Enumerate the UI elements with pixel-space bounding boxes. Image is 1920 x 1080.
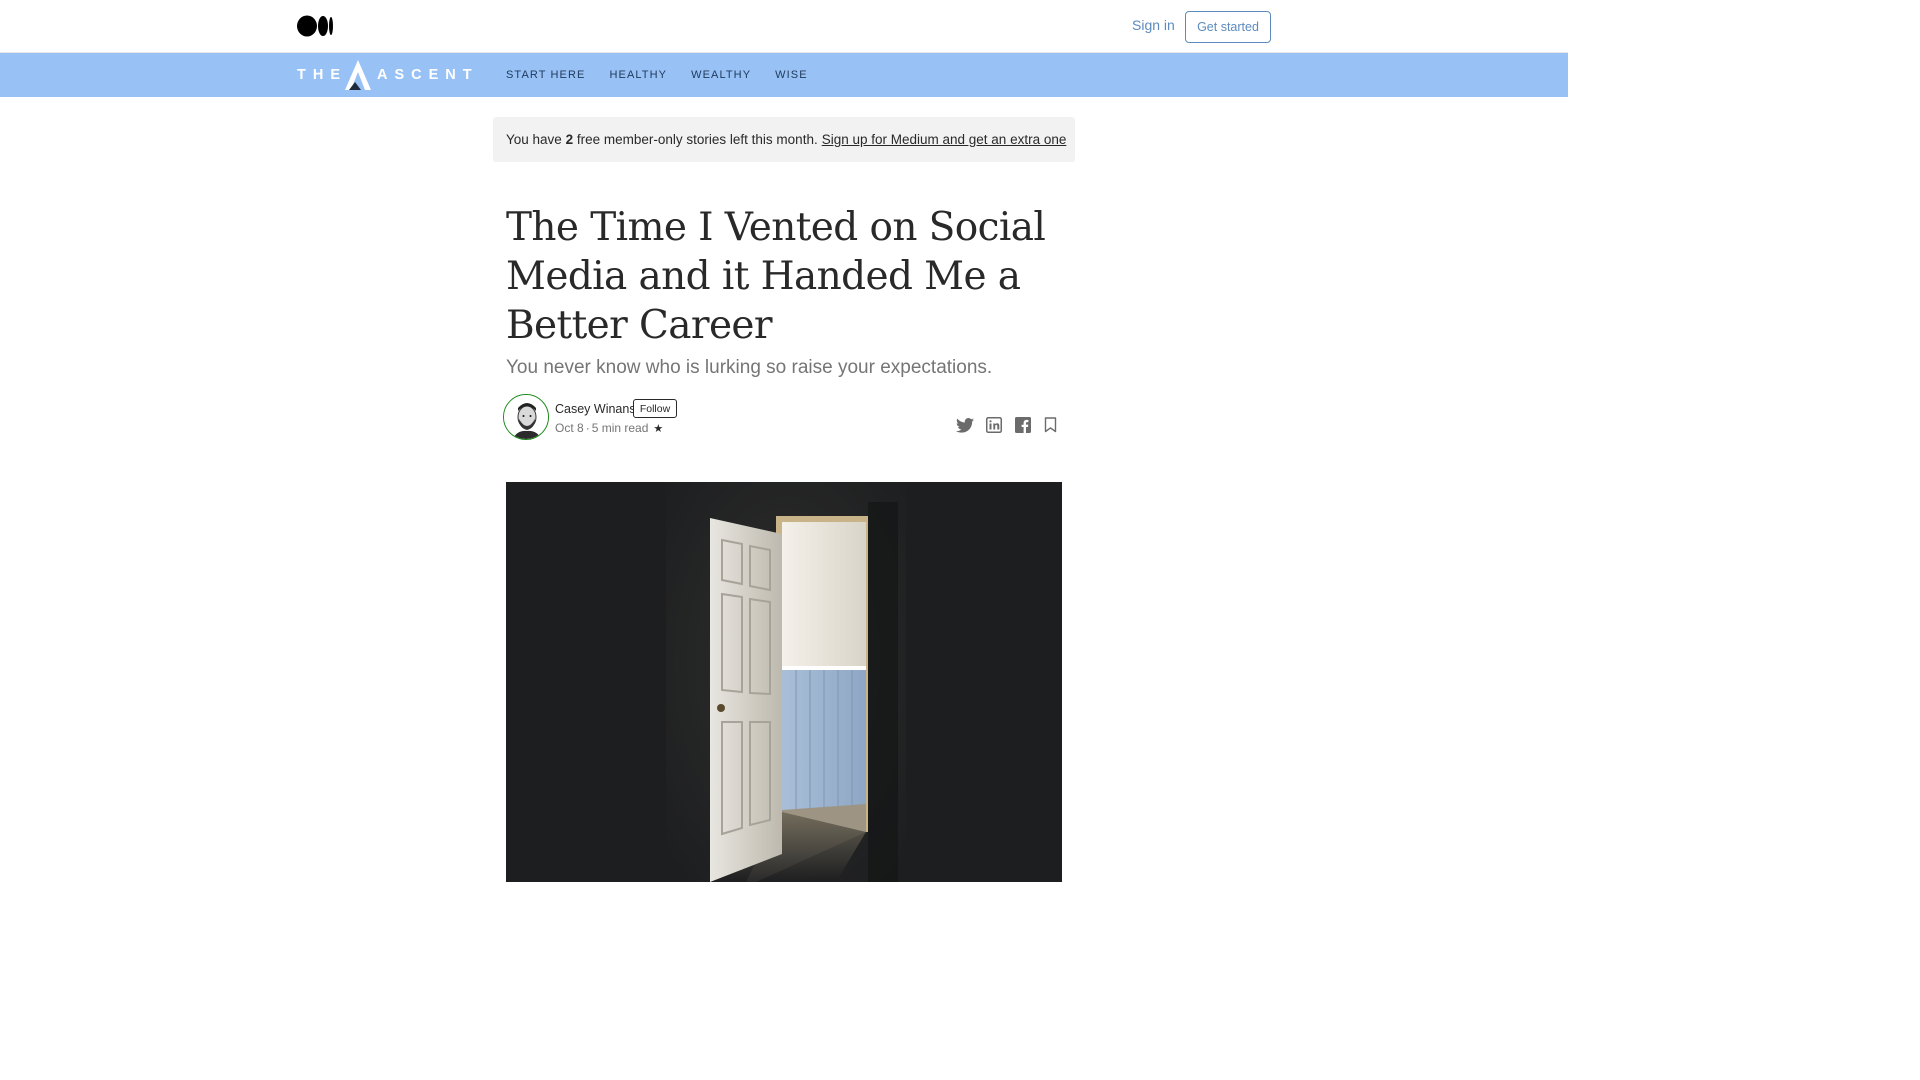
publication-logo-left: THE <box>297 67 347 83</box>
nav-wise[interactable]: WISE <box>775 69 808 81</box>
sign-in-link[interactable]: Sign in <box>1132 17 1175 33</box>
banner-prefix: You have <box>506 132 562 147</box>
get-started-button[interactable]: Get started <box>1185 11 1271 43</box>
nav-wealthy[interactable]: WEALTHY <box>691 69 751 81</box>
member-star-icon: ★ <box>653 422 664 435</box>
follow-button[interactable]: Follow <box>633 399 677 418</box>
nav-healthy[interactable]: HEALTHY <box>609 69 667 81</box>
facebook-icon[interactable] <box>1014 416 1032 434</box>
open-door-illustration <box>506 482 1062 882</box>
banner-suffix: free member-only stories left this month… <box>576 132 818 147</box>
medium-logo-icon[interactable] <box>297 15 335 37</box>
author-name[interactable]: Casey Winans <box>555 402 636 416</box>
publication-bar: THE ASCENT START HERE HEALTHY WEALTHY WI… <box>0 53 1568 97</box>
publication-logo[interactable]: THE ASCENT <box>297 59 479 91</box>
publication-nav: START HERE HEALTHY WEALTHY WISE <box>506 53 832 97</box>
linkedin-icon[interactable] <box>985 416 1003 434</box>
publication-logo-right: ASCENT <box>377 67 479 83</box>
banner-count: 2 <box>565 132 574 147</box>
bookmark-icon[interactable] <box>1041 416 1059 434</box>
article-subtitle: You never know who is lurking so raise y… <box>506 357 993 378</box>
nav-start-here[interactable]: START HERE <box>506 69 585 81</box>
read-time: 5 min read <box>591 421 649 435</box>
meta-separator: · <box>585 421 590 435</box>
article-meta: Oct 8 · 5 min read ★ <box>555 421 663 435</box>
twitter-icon[interactable] <box>956 416 974 434</box>
publish-date: Oct 8 <box>555 421 584 435</box>
mountain-icon <box>345 60 371 90</box>
sign-up-link[interactable]: Sign up for Medium and get an extra one <box>822 132 1067 147</box>
hero-image <box>506 482 1062 882</box>
author-avatar[interactable] <box>503 394 549 440</box>
author-portrait-icon <box>504 395 548 439</box>
member-stories-banner: You have 2 free member-only stories left… <box>493 117 1075 162</box>
article-title: The Time I Vented on Social Media and it… <box>506 205 1046 348</box>
top-bar: Sign in Get started <box>0 0 1568 53</box>
